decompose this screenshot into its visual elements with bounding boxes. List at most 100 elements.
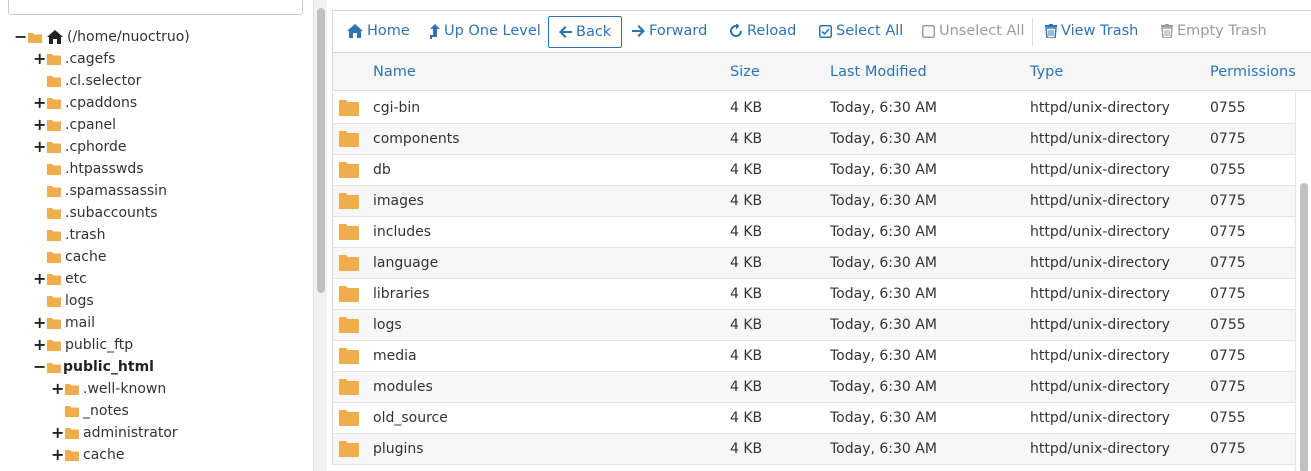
folder-icon bbox=[47, 340, 61, 351]
expand-toggle-icon[interactable]: + bbox=[33, 268, 46, 290]
file-name: libraries bbox=[373, 286, 430, 302]
collapse-toggle-icon[interactable]: − bbox=[33, 356, 46, 378]
tree-node[interactable]: + .cphorde bbox=[0, 136, 313, 158]
folder-icon bbox=[47, 252, 61, 263]
view-trash-label: View Trash bbox=[1061, 23, 1139, 39]
table-row[interactable]: old_source 4 KB Today, 6:30 AM httpd/unix-d… bbox=[332, 403, 1295, 434]
folder-icon bbox=[339, 131, 359, 147]
file-name: language bbox=[373, 255, 439, 271]
tree-node[interactable]: + .cpanel bbox=[0, 114, 313, 136]
expand-toggle-icon[interactable]: + bbox=[33, 334, 46, 356]
collapse-toggle-icon[interactable]: − bbox=[14, 26, 27, 48]
folder-icon bbox=[339, 348, 359, 364]
tree-node[interactable]: logs bbox=[0, 290, 313, 312]
file-size: 4 KB bbox=[730, 286, 763, 302]
table-row[interactable]: db 4 KB Today, 6:30 AM httpd/unix-directory… bbox=[332, 155, 1295, 186]
file-modified: Today, 6:30 AM bbox=[830, 348, 937, 364]
expand-toggle-icon[interactable]: + bbox=[33, 48, 46, 70]
tree-node[interactable]: − public_html bbox=[0, 356, 313, 378]
tree-node[interactable]: .spamassassin bbox=[0, 180, 313, 202]
folder-icon bbox=[65, 406, 79, 417]
column-header-modified[interactable]: Last Modified bbox=[830, 53, 927, 91]
tree-node[interactable]: .trash bbox=[0, 224, 313, 246]
back-button[interactable]: Back bbox=[548, 16, 623, 48]
forward-button[interactable]: Forward bbox=[632, 16, 707, 47]
column-header-type[interactable]: Type bbox=[1030, 53, 1063, 91]
file-size: 4 KB bbox=[730, 348, 763, 364]
table-row[interactable]: libraries 4 KB Today, 6:30 AM httpd/unix-di… bbox=[332, 279, 1295, 310]
table-row[interactable]: cgi-bin 4 KB Today, 6:30 AM httpd/unix-dire… bbox=[332, 93, 1295, 124]
up-one-level-button[interactable]: Up One Level bbox=[430, 16, 541, 47]
file-type: httpd/unix-directory bbox=[1030, 255, 1170, 271]
directory-tree: − (/home/nuoctruo) + .cagefs .cl.selector +… bbox=[0, 26, 313, 466]
file-manager-toolbar: Home Up One Level Back Forward Reload Se… bbox=[332, 10, 1311, 53]
up-one-level-label: Up One Level bbox=[444, 23, 541, 39]
tree-root[interactable]: − (/home/nuoctruo) bbox=[0, 26, 313, 48]
file-type: httpd/unix-directory bbox=[1030, 379, 1170, 395]
table-row[interactable]: components 4 KB Today, 6:30 AM httpd/unix-d… bbox=[332, 124, 1295, 155]
folder-icon bbox=[65, 384, 79, 395]
tree-node-label: administrator bbox=[83, 425, 178, 441]
file-name: plugins bbox=[373, 441, 424, 457]
column-header-permissions[interactable]: Permissions bbox=[1210, 53, 1296, 91]
tree-node-label: logs bbox=[65, 293, 94, 309]
empty-trash-button[interactable]: Empty Trash bbox=[1161, 16, 1267, 47]
expand-toggle-icon[interactable]: + bbox=[33, 92, 46, 114]
tree-node[interactable]: + .cpaddons bbox=[0, 92, 313, 114]
toolbar-divider bbox=[1032, 18, 1033, 46]
expand-toggle-icon[interactable]: + bbox=[33, 114, 46, 136]
tree-node-label: .cpanel bbox=[65, 117, 116, 133]
expand-toggle-icon[interactable]: + bbox=[51, 378, 64, 400]
file-modified: Today, 6:30 AM bbox=[830, 379, 937, 395]
tree-node[interactable]: cache bbox=[0, 246, 313, 268]
table-row[interactable]: modules 4 KB Today, 6:30 AM httpd/unix-dire… bbox=[332, 372, 1295, 403]
reload-button[interactable]: Reload bbox=[729, 16, 796, 47]
file-size: 4 KB bbox=[730, 100, 763, 116]
view-trash-button[interactable]: View Trash bbox=[1045, 16, 1138, 47]
tree-node[interactable]: + .cagefs bbox=[0, 48, 313, 70]
expand-toggle-icon[interactable]: + bbox=[33, 136, 46, 158]
select-all-button[interactable]: Select All bbox=[819, 16, 903, 47]
file-permissions: 0775 bbox=[1210, 441, 1246, 457]
tree-node[interactable]: + mail bbox=[0, 312, 313, 334]
tree-scrollbar-thumb[interactable] bbox=[317, 8, 325, 293]
tree-node[interactable]: .subaccounts bbox=[0, 202, 313, 224]
tree-node[interactable]: .htpasswds bbox=[0, 158, 313, 180]
tree-node[interactable]: + .well-known bbox=[0, 378, 313, 400]
tree-node[interactable]: _notes bbox=[0, 400, 313, 422]
tree-node[interactable]: + etc bbox=[0, 268, 313, 290]
column-header-size[interactable]: Size bbox=[730, 53, 760, 91]
table-row[interactable]: plugins 4 KB Today, 6:30 AM httpd/unix-dire… bbox=[332, 434, 1295, 465]
tree-node[interactable]: + cache bbox=[0, 444, 313, 466]
unselect-all-button[interactable]: Unselect All bbox=[922, 16, 1024, 47]
tree-node[interactable]: .cl.selector bbox=[0, 70, 313, 92]
folder-icon bbox=[339, 379, 359, 395]
table-row[interactable]: language 4 KB Today, 6:30 AM httpd/unix-dir… bbox=[332, 248, 1295, 279]
folder-icon bbox=[47, 54, 61, 65]
file-type: httpd/unix-directory bbox=[1030, 131, 1170, 147]
file-type: httpd/unix-directory bbox=[1030, 410, 1170, 426]
folder-icon bbox=[47, 164, 61, 175]
tree-scrollbar[interactable] bbox=[313, 0, 327, 471]
tree-node[interactable]: + public_ftp bbox=[0, 334, 313, 356]
tree-node-label: .cpaddons bbox=[65, 95, 138, 111]
expand-toggle-icon[interactable]: + bbox=[51, 444, 64, 466]
file-list-scrollbar-thumb[interactable] bbox=[1300, 183, 1308, 471]
tree-node-label: .cphorde bbox=[65, 139, 127, 155]
home-icon bbox=[47, 30, 63, 44]
tree-node[interactable]: + administrator bbox=[0, 422, 313, 444]
table-row[interactable]: media 4 KB Today, 6:30 AM httpd/unix-direct… bbox=[332, 341, 1295, 372]
table-row[interactable]: logs 4 KB Today, 6:30 AM httpd/unix-directo… bbox=[332, 310, 1295, 341]
reload-icon bbox=[730, 24, 742, 37]
file-type: httpd/unix-directory bbox=[1030, 162, 1170, 178]
tree-search-box[interactable] bbox=[8, 0, 303, 15]
home-button[interactable]: Home bbox=[347, 16, 410, 47]
file-list-scrollbar[interactable] bbox=[1295, 91, 1311, 471]
expand-toggle-icon[interactable]: + bbox=[33, 312, 46, 334]
table-row[interactable]: includes 4 KB Today, 6:30 AM httpd/unix-dir… bbox=[332, 217, 1295, 248]
file-name: includes bbox=[373, 224, 432, 240]
table-row[interactable]: images 4 KB Today, 6:30 AM httpd/unix-direc… bbox=[332, 186, 1295, 217]
column-header-name[interactable]: Name bbox=[373, 53, 416, 91]
expand-toggle-icon[interactable]: + bbox=[51, 422, 64, 444]
file-size: 4 KB bbox=[730, 131, 763, 147]
